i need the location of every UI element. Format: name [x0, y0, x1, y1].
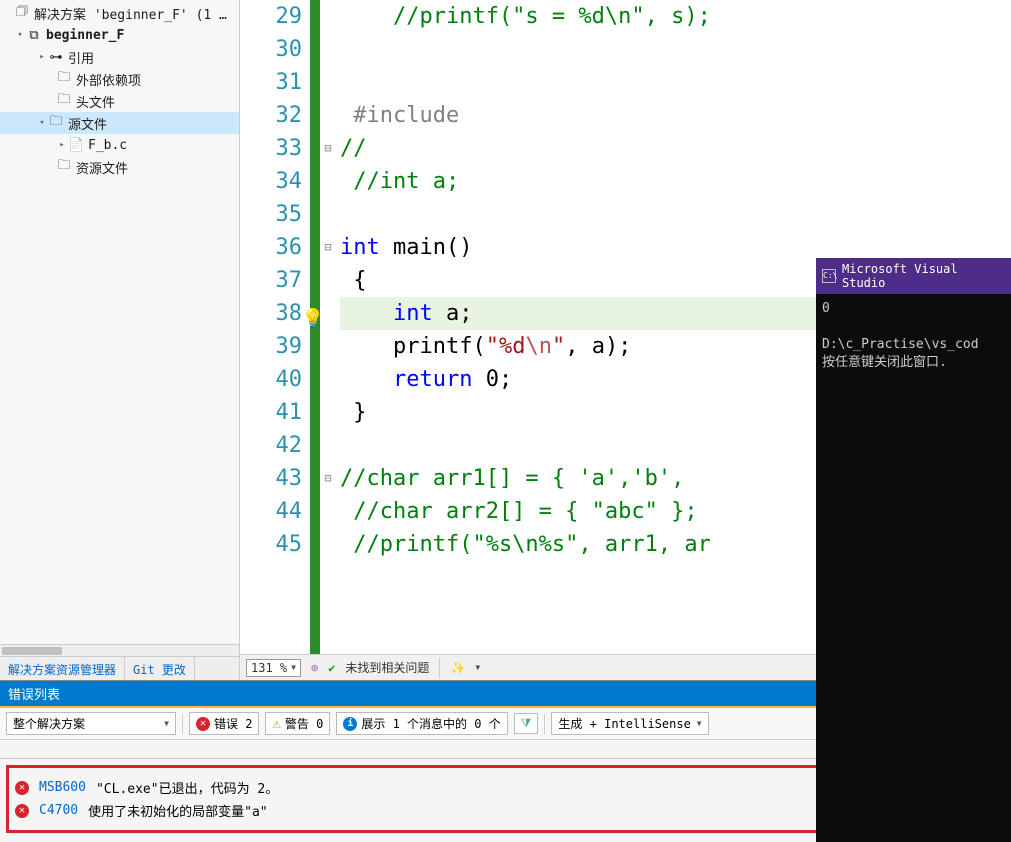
console-line: 按任意键关闭此窗口.	[822, 354, 1005, 372]
warnings-filter-button[interactable]: ⚠ 警告 0	[265, 712, 330, 735]
filter-icon: ⧩	[521, 716, 532, 731]
chevron-down-icon: ▼	[291, 663, 296, 672]
errors-filter-button[interactable]: ✕ 错误 2	[189, 712, 259, 735]
sources-label: 源文件	[68, 114, 107, 133]
messages-filter-button[interactable]: i 展示 1 个消息中的 0 个	[336, 712, 507, 735]
chevron-down-icon[interactable]: ▾	[36, 118, 48, 128]
error-icon: ✕	[15, 781, 29, 795]
status-text: 未找到相关问题	[345, 659, 429, 676]
console-icon: C:\	[822, 269, 836, 283]
console-line: 0	[822, 300, 1005, 318]
folder-icon: 🗀	[56, 156, 72, 178]
wand-icon[interactable]: ✨	[450, 661, 465, 675]
sources-node[interactable]: ▾ 🗀 源文件	[0, 112, 239, 134]
folder-icon: 🗀	[56, 90, 72, 112]
error-code: MSB600	[39, 780, 86, 795]
chevron-right-icon[interactable]: ▸	[36, 52, 48, 62]
error-description: "CL.exe"已退出，代码为 2。	[96, 778, 278, 797]
zoom-selector[interactable]: 131 % ▼	[246, 659, 301, 677]
chevron-down-icon: ▼	[164, 719, 169, 728]
solution-tree: 🗇 解决方案 'beginner_F' (1 … ▾ ⧉ beginner_F …	[0, 0, 239, 644]
intellisense-icon[interactable]: ⊕	[311, 661, 318, 675]
headers-node[interactable]: 🗀 头文件	[0, 90, 239, 112]
project-icon: ⧉	[26, 28, 42, 43]
console-line: D:\c_Practise\vs_cod	[822, 336, 1005, 354]
references-node[interactable]: ▸ ⊶ 引用	[0, 46, 239, 68]
scope-dropdown[interactable]: 整个解决方案 ▼	[6, 712, 176, 735]
separator	[544, 714, 545, 734]
headers-label: 头文件	[76, 92, 115, 111]
solution-node[interactable]: 🗇 解决方案 'beginner_F' (1 …	[0, 2, 239, 24]
source-file-node[interactable]: ▸ 📄 F_b.c	[0, 134, 239, 156]
project-label: beginner_F	[46, 28, 124, 43]
chevron-down-icon: ▼	[475, 663, 480, 672]
project-node[interactable]: ▾ ⧉ beginner_F	[0, 24, 239, 46]
solution-icon: 🗇	[14, 2, 30, 24]
error-icon: ✕	[15, 804, 29, 818]
ok-icon: ✔	[328, 661, 335, 675]
lightbulb-icon[interactable]: 💡	[302, 302, 324, 335]
error-icon: ✕	[196, 717, 210, 731]
line-gutter: 29303132333435363738💡39404142434445	[240, 0, 310, 654]
solution-explorer: 🗇 解决方案 'beginner_F' (1 … ▾ ⧉ beginner_F …	[0, 0, 240, 680]
tab-explorer[interactable]: 解决方案资源管理器	[0, 657, 125, 680]
scope-label: 整个解决方案	[13, 715, 85, 732]
build-label: 生成 + IntelliSense	[558, 715, 690, 732]
folder-icon: 🗀	[56, 68, 72, 90]
console-titlebar[interactable]: C:\ Microsoft Visual Studio	[816, 258, 1011, 294]
errors-count: 错误 2	[214, 715, 252, 732]
filter-button[interactable]: ⧩	[514, 713, 539, 734]
source-file-label: F_b.c	[88, 138, 127, 153]
external-deps-label: 外部依赖项	[76, 70, 141, 89]
references-label: 引用	[68, 48, 94, 67]
separator	[439, 658, 440, 678]
info-icon: i	[343, 717, 357, 731]
folder-icon: 🗀	[48, 112, 64, 134]
console-title-text: Microsoft Visual Studio	[842, 262, 1005, 290]
external-deps-node[interactable]: 🗀 外部依赖项	[0, 68, 239, 90]
c-file-icon: 📄	[68, 138, 84, 153]
references-icon: ⊶	[48, 50, 64, 65]
solution-label: 解决方案 'beginner_F' (1 …	[34, 4, 227, 23]
separator	[182, 714, 183, 734]
zoom-value: 131 %	[251, 661, 287, 675]
debug-console-window[interactable]: C:\ Microsoft Visual Studio 0 D:\c_Pract…	[816, 258, 1011, 842]
sidebar-scrollbar[interactable]	[0, 644, 239, 656]
warning-icon: ⚠	[272, 716, 280, 732]
resources-label: 资源文件	[76, 158, 128, 177]
build-intellisense-dropdown[interactable]: 生成 + IntelliSense ▼	[551, 712, 708, 735]
error-code: C4700	[39, 803, 78, 818]
error-description: 使用了未初始化的局部变量"a"	[88, 801, 267, 820]
console-body: 0 D:\c_Practise\vs_cod 按任意键关闭此窗口.	[816, 294, 1011, 378]
resources-node[interactable]: 🗀 资源文件	[0, 156, 239, 178]
sidebar-tabs: 解决方案资源管理器 Git 更改	[0, 656, 239, 680]
chevron-right-icon[interactable]: ▸	[56, 140, 68, 150]
messages-count: 展示 1 个消息中的 0 个	[361, 715, 500, 732]
chevron-down-icon[interactable]: ▾	[14, 30, 26, 40]
chevron-down-icon: ▼	[697, 719, 702, 728]
tab-git[interactable]: Git 更改	[125, 657, 195, 680]
warnings-count: 警告 0	[285, 715, 323, 732]
